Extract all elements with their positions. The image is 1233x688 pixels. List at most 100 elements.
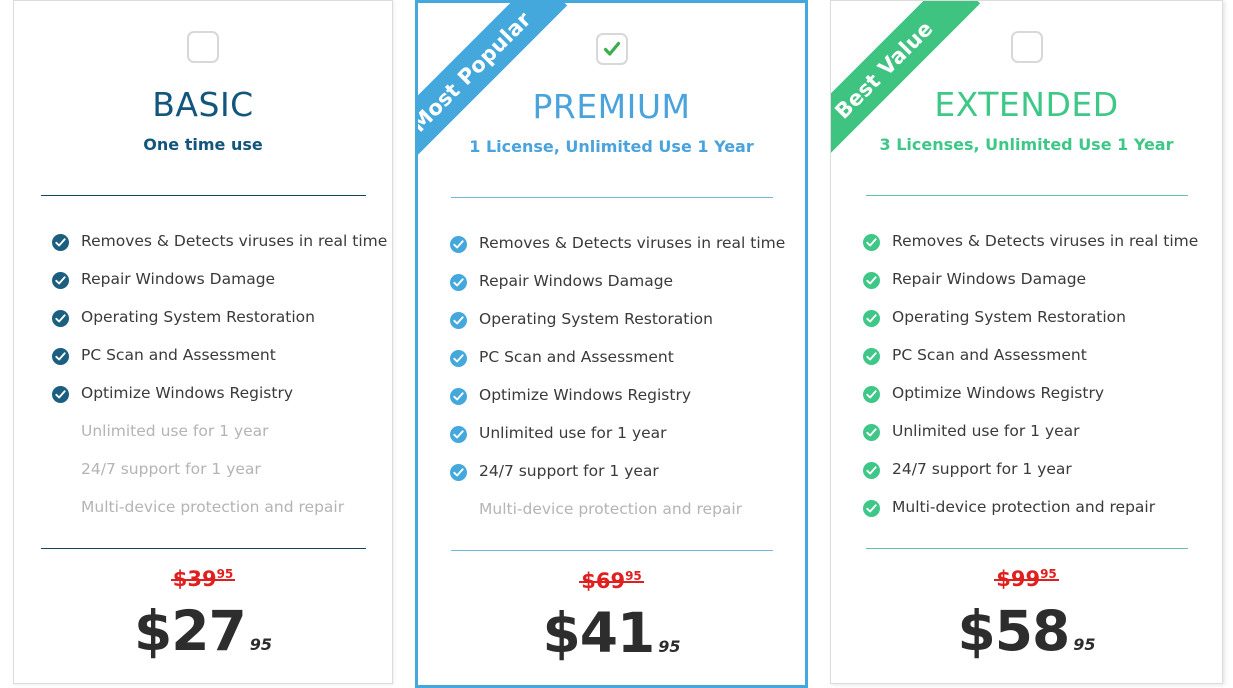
check-circle-icon: [863, 309, 880, 327]
current-price-basic: $27 95: [14, 604, 392, 659]
feature-item: Removes & Detects viruses in real time: [14, 223, 392, 261]
pricing-card-premium[interactable]: Most Popular PREMIUM 1 License, Unlimite…: [415, 0, 808, 688]
old-price-basic: $3995: [170, 567, 235, 591]
check-circle-icon: [450, 349, 467, 367]
old-price-value: $39: [172, 567, 217, 591]
feature-item: PC Scan and Assessment: [14, 337, 392, 375]
divider-bottom: [40, 548, 366, 549]
feature-label: 24/7 support for 1 year: [479, 462, 659, 481]
feature-label: PC Scan and Assessment: [479, 348, 674, 367]
check-circle-icon: [52, 385, 69, 403]
plan-title-premium: PREMIUM: [532, 87, 691, 126]
plan-select-basic[interactable]: [14, 1, 392, 63]
plan-select-premium[interactable]: [418, 3, 805, 65]
price-block-premium: $6995 $41 95: [418, 570, 805, 661]
divider-top: [865, 195, 1188, 196]
feature-label: Removes & Detects viruses in real time: [892, 232, 1199, 251]
price-value: $27: [133, 599, 247, 663]
divider-bottom: [865, 548, 1188, 549]
feature-item: Unlimited use for 1 year: [14, 413, 392, 451]
price-value: $41: [542, 601, 655, 665]
feature-item: Multi-device protection and repair: [14, 489, 392, 527]
feature-label: Operating System Restoration: [81, 308, 315, 327]
feature-item: Multi-device protection and repair: [418, 491, 805, 529]
divider-top: [450, 197, 773, 198]
old-price-value: $99: [996, 567, 1041, 591]
pricing-card-basic[interactable]: BASIC One time use Removes & Detects vir…: [13, 0, 393, 684]
old-price-extended: $9995: [994, 567, 1059, 591]
check-circle-icon: [863, 271, 880, 289]
current-price-extended: $58 95: [831, 604, 1222, 659]
check-circle-icon: [450, 387, 467, 405]
check-circle-icon: [52, 309, 69, 327]
checkbox-checked-icon[interactable]: [595, 33, 628, 65]
feature-label: Repair Windows Damage: [479, 272, 674, 291]
feature-label: Multi-device protection and repair: [479, 500, 743, 519]
feature-item: Optimize Windows Registry: [831, 375, 1222, 413]
old-price-cents: 95: [1040, 567, 1057, 581]
check-circle-icon: [863, 233, 880, 251]
feature-label: Operating System Restoration: [892, 308, 1126, 327]
feature-label: Unlimited use for 1 year: [892, 422, 1080, 441]
feature-item: Repair Windows Damage: [831, 261, 1222, 299]
feature-label: PC Scan and Assessment: [892, 346, 1087, 365]
feature-item: Repair Windows Damage: [418, 263, 805, 301]
feature-label: PC Scan and Assessment: [81, 346, 276, 365]
check-circle-icon: [450, 273, 467, 291]
price-block-basic: $3995 $27 95: [14, 568, 392, 659]
check-circle-icon: [52, 233, 69, 251]
feature-label: Unlimited use for 1 year: [479, 424, 667, 443]
check-circle-icon: [450, 311, 467, 329]
feature-item: Unlimited use for 1 year: [831, 413, 1222, 451]
check-circle-icon: [863, 423, 880, 441]
check-circle-icon: [450, 463, 467, 481]
feature-label: 24/7 support for 1 year: [81, 460, 261, 479]
price-value: $58: [957, 599, 1070, 663]
plan-title-extended: EXTENDED: [934, 85, 1119, 124]
price-block-extended: $9995 $58 95: [831, 568, 1222, 659]
feature-item: 24/7 support for 1 year: [418, 453, 805, 491]
plan-subtitle-basic: One time use: [143, 135, 263, 154]
plan-subtitle-premium: 1 License, Unlimited Use 1 Year: [469, 137, 754, 156]
check-circle-icon: [450, 425, 467, 443]
check-circle-icon: [52, 271, 69, 289]
feature-label: Multi-device protection and repair: [81, 498, 345, 517]
price-cents: 95: [1073, 635, 1096, 654]
feature-item: Optimize Windows Registry: [418, 377, 805, 415]
feature-item: Removes & Detects viruses in real time: [831, 223, 1222, 261]
old-price-value: $69: [581, 569, 626, 593]
feature-label: Multi-device protection and repair: [892, 498, 1156, 517]
check-circle-icon: [450, 235, 467, 253]
feature-label: Removes & Detects viruses in real time: [81, 232, 388, 251]
feature-list-premium: Removes & Detects viruses in real time Re…: [418, 225, 805, 529]
feature-list-extended: Removes & Detects viruses in real time Re…: [831, 223, 1222, 527]
feature-item: Unlimited use for 1 year: [418, 415, 805, 453]
old-price-premium: $6995: [579, 569, 644, 593]
plan-title-basic: BASIC: [152, 85, 254, 124]
feature-label: Optimize Windows Registry: [81, 384, 293, 403]
price-cents: 95: [658, 637, 681, 656]
checkbox-empty-icon[interactable]: [187, 31, 219, 63]
old-price-cents: 95: [625, 569, 642, 583]
check-circle-icon: [863, 347, 880, 365]
feature-item: Removes & Detects viruses in real time: [418, 225, 805, 263]
feature-label: Repair Windows Damage: [81, 270, 276, 289]
plan-subtitle-extended: 3 Licenses, Unlimited Use 1 Year: [879, 135, 1174, 154]
feature-item: PC Scan and Assessment: [831, 337, 1222, 375]
plan-select-extended[interactable]: [831, 1, 1222, 63]
checkbox-empty-icon[interactable]: [1010, 31, 1043, 63]
feature-item: Multi-device protection and repair: [831, 489, 1222, 527]
pricing-table: BASIC One time use Removes & Detects vir…: [0, 0, 1233, 688]
feature-label: Removes & Detects viruses in real time: [479, 234, 786, 253]
check-circle-icon: [863, 385, 880, 403]
feature-label: Unlimited use for 1 year: [81, 422, 269, 441]
feature-list-basic: Removes & Detects viruses in real time Re…: [14, 223, 392, 527]
check-circle-icon: [863, 461, 880, 479]
divider-top: [40, 195, 366, 196]
feature-label: Repair Windows Damage: [892, 270, 1087, 289]
pricing-card-extended[interactable]: Best Value EXTENDED 3 Licenses, Unlimite…: [830, 0, 1223, 684]
feature-label: 24/7 support for 1 year: [892, 460, 1072, 479]
feature-item: 24/7 support for 1 year: [14, 451, 392, 489]
feature-item: Operating System Restoration: [831, 299, 1222, 337]
feature-label: Operating System Restoration: [479, 310, 713, 329]
